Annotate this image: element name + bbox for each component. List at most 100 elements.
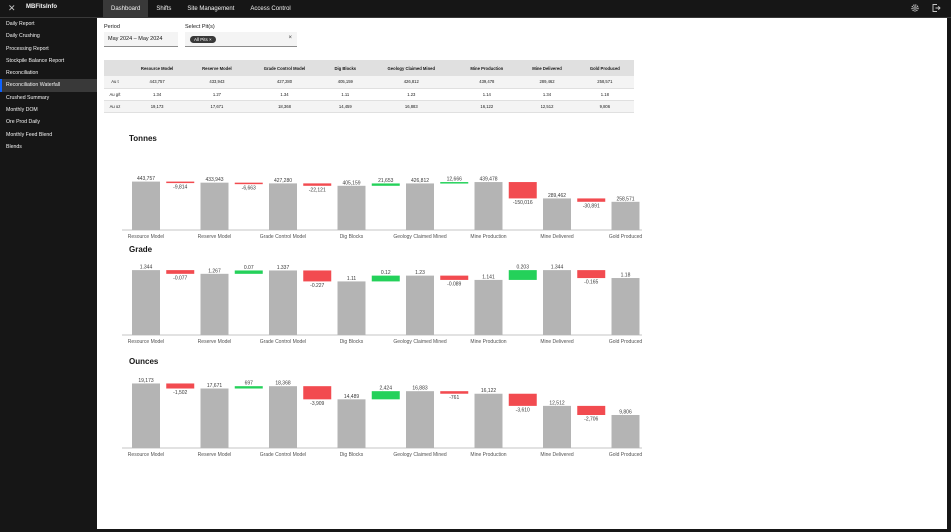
decrease-bar: [508, 182, 537, 199]
total-data-label: 405,159: [342, 180, 360, 186]
logout-icon[interactable]: [931, 3, 941, 13]
category-tick-label: Dig Blocks: [340, 452, 364, 458]
tab-shifts[interactable]: Shifts: [148, 0, 179, 18]
tab-site-management[interactable]: Site Management: [179, 0, 242, 18]
close-menu-icon[interactable]: ✕: [8, 3, 16, 14]
total-data-label: 1.23: [415, 270, 425, 276]
table-cell: 1.34: [518, 88, 576, 101]
total-data-label: 289,462: [548, 193, 566, 199]
chart-title-grade: Grade: [129, 245, 153, 254]
total-data-label: 1.344: [140, 265, 153, 271]
sidebar-item-processing-report[interactable]: Processing Report: [0, 43, 97, 55]
total-bar: [269, 386, 297, 448]
delta-data-label: -6,663: [242, 186, 256, 192]
table-cell: 19,173: [126, 100, 189, 113]
total-data-label: 1.267: [208, 268, 221, 274]
total-bar: [337, 185, 366, 230]
sidebar-item-stockpile-balance-report[interactable]: Stockpile Balance Report: [0, 55, 97, 67]
decrease-bar: [166, 181, 195, 184]
total-data-label: 258,571: [616, 196, 634, 202]
table-header: Mine Production: [455, 60, 519, 76]
category-tick-label: Mine Delivered: [540, 339, 574, 345]
total-data-label: 18,368: [275, 381, 291, 387]
ounces-waterfall-chart: 19,173 Resource Model -1,502 17,671 Reserve …: [122, 378, 643, 458]
total-data-label: 14,489: [344, 394, 360, 400]
clear-selection-icon[interactable]: ×: [288, 35, 292, 41]
decrease-bar: [577, 405, 606, 415]
total-bar: [200, 273, 229, 335]
category-tick-label: Gold Produced: [609, 339, 643, 345]
delta-data-label: 0.07: [244, 265, 254, 271]
delta-data-label: -9,814: [173, 185, 187, 191]
total-bar: [474, 279, 503, 335]
table-cell: 1.34: [126, 88, 189, 101]
total-bar: [132, 383, 160, 448]
period-picker[interactable]: May 2024 – May 2024: [104, 32, 178, 47]
category-tick-label: Mine Production: [470, 452, 506, 458]
sidebar-item-daily-report[interactable]: Daily Report: [0, 18, 97, 30]
total-bar: [337, 399, 366, 448]
total-bar: [200, 182, 229, 230]
pits-label: Select Pit(s): [185, 24, 215, 30]
decrease-bar: [303, 183, 332, 186]
delta-data-label: -0.227: [310, 283, 324, 289]
total-bar: [474, 182, 503, 230]
table-header: Dig Blocks: [323, 60, 368, 76]
table-cell: 289,462: [518, 76, 576, 89]
delta-data-label: 2,424: [379, 386, 392, 392]
table-header: Mine Delivered: [518, 60, 576, 76]
tab-dashboard[interactable]: Dashboard: [103, 0, 149, 18]
total-bar: [337, 281, 366, 335]
pits-multiselect[interactable]: All Pits × ×: [185, 32, 297, 47]
total-data-label: 1.11: [347, 276, 357, 282]
table-cell: Au t: [104, 76, 126, 89]
total-bar: [543, 405, 571, 448]
delta-data-label: -150,016: [513, 200, 533, 206]
tab-access-control[interactable]: Access Control: [242, 0, 298, 18]
category-tick-label: Gold Produced: [609, 452, 643, 458]
decrease-bar: [303, 270, 332, 282]
table-cell: 439,478: [455, 76, 519, 89]
delta-data-label: 21,653: [378, 178, 394, 184]
delta-data-label: -2,706: [584, 416, 598, 422]
pit-tag-remove-icon[interactable]: ×: [209, 37, 212, 42]
category-tick-label: Geology Claimed Mined: [393, 339, 447, 345]
sidebar-item-crushed-summary[interactable]: Crushed Summary: [0, 92, 97, 104]
sidebar-item-reconciliation-waterfall[interactable]: Reconciliation Waterfall: [0, 79, 97, 92]
sidebar-item-ore-prod-daily[interactable]: Ore Prod Daily: [0, 116, 97, 128]
table-header: Grade Control Model: [245, 60, 324, 76]
decrease-bar: [508, 393, 537, 406]
chart-title-tonnes: Tonnes: [129, 134, 157, 143]
total-bar: [200, 388, 229, 448]
sidebar-item-monthly-dom[interactable]: Monthly DOM: [0, 104, 97, 116]
sidebar-item-monthly-feed-blend[interactable]: Monthly Feed Blend: [0, 129, 97, 141]
total-data-label: 17,671: [207, 383, 223, 389]
pit-tag[interactable]: All Pits ×: [190, 36, 216, 43]
category-tick-label: Reserve Model: [198, 452, 232, 458]
decrease-bar: [440, 391, 469, 394]
sidebar-item-blends[interactable]: Blends: [0, 141, 97, 153]
increase-bar: [371, 391, 400, 400]
sidebar-item-reconciliation[interactable]: Reconciliation: [0, 67, 97, 79]
table-cell: 16,883: [367, 100, 456, 113]
decrease-bar: [303, 386, 332, 400]
table-cell: 426,812: [367, 76, 456, 89]
summary-table: Resource Model Reserve Model Grade Contr…: [104, 60, 634, 113]
tonnes-waterfall-chart: 443,757 Resource Model -9,814 433,943 Reserv…: [122, 176, 642, 240]
settings-gear-icon[interactable]: [910, 3, 920, 13]
table-cell: 9,806: [575, 100, 634, 113]
total-bar: [269, 270, 297, 335]
table-cell: 14,459: [323, 100, 368, 113]
increase-bar: [371, 275, 400, 282]
total-data-label: 12,512: [549, 400, 565, 406]
table-cell: 17,671: [188, 100, 246, 113]
total-data-label: 1.18: [621, 273, 631, 279]
app-title: MBFitsInfo: [26, 4, 57, 10]
delta-data-label: -22,121: [309, 187, 326, 193]
sidebar-item-daily-crushing[interactable]: Daily Crushing: [0, 30, 97, 42]
total-bar: [406, 391, 434, 448]
total-data-label: 1.344: [551, 265, 564, 271]
decrease-bar: [577, 198, 606, 202]
table-cell: 16,122: [455, 100, 519, 113]
category-tick-label: Grade Control Model: [260, 234, 306, 240]
